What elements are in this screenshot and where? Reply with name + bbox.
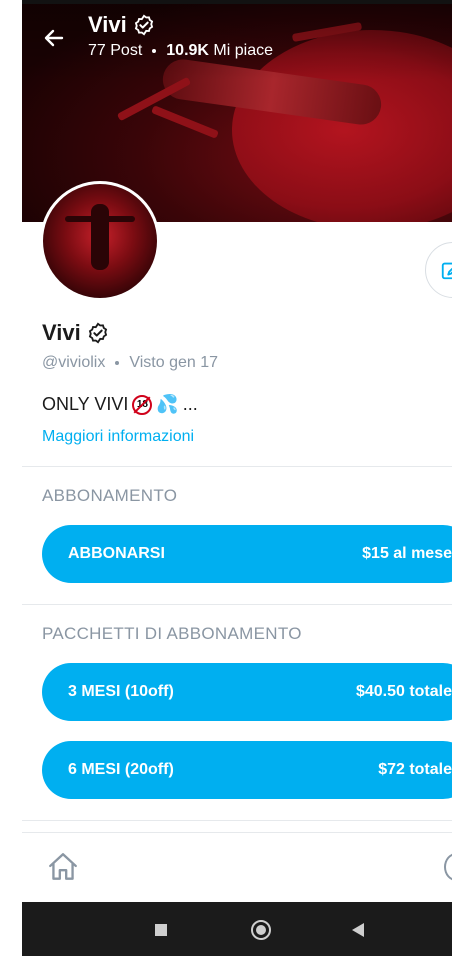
bundle-price: $40.50 totale: [355, 683, 452, 700]
likes-label: Mi piace: [213, 42, 273, 59]
separator-dot: [152, 49, 157, 53]
system-nav-bar: [22, 902, 452, 956]
verified-badge-icon: [88, 322, 107, 344]
separator-dot: [115, 361, 120, 365]
bundles-title: PACCHETTI DI ABBONAMENTO: [42, 624, 302, 643]
cover-strap: [151, 105, 219, 139]
recent-apps-icon[interactable]: [155, 924, 167, 936]
system-home-icon[interactable]: [251, 920, 271, 940]
cover-shadow: [22, 0, 452, 80]
header-stats: 77 Post 10.9K Mi piace: [88, 42, 273, 60]
app-screen: Vivi 77 Post 10.9K Mi piace Vivi @viviol…: [22, 0, 452, 956]
avatar[interactable]: [40, 181, 160, 301]
profile-handle-row: @viviolix Visto gen 17: [42, 354, 218, 372]
divider: [22, 604, 452, 605]
adults-only-icon: 18: [132, 394, 153, 415]
verified-badge-icon: [134, 14, 153, 36]
edit-button[interactable]: [425, 242, 452, 298]
more-info-link[interactable]: Maggiori informazioni: [42, 428, 194, 446]
avatar-figure: [91, 204, 109, 270]
bundle-label: 3 MESI (10off): [68, 683, 174, 700]
likes-stat: 10.9K Mi piace: [166, 42, 273, 60]
home-icon[interactable]: [46, 850, 80, 884]
bundle-label: 6 MESI (20off): [68, 761, 174, 778]
divider: [22, 820, 452, 821]
subscribe-button[interactable]: ABBONARSI $15 al mese: [42, 525, 452, 583]
header-name: Vivi: [88, 12, 127, 37]
edit-icon: [441, 262, 452, 280]
profile-bio: ONLY VIVI 18 💦 ...: [42, 394, 198, 415]
likes-count: 10.9K: [166, 42, 209, 59]
profile-name: Vivi: [42, 320, 109, 346]
sweat-droplets-icon: 💦: [156, 394, 179, 414]
bio-ellipsis: ...: [182, 394, 198, 414]
bundle-button-6-months[interactable]: 6 MESI (20off) $72 totale: [42, 741, 452, 799]
profile-handle: @viviolix: [42, 354, 106, 371]
arrow-left-icon: [44, 29, 64, 47]
subscription-title: ABBONAMENTO: [42, 486, 178, 505]
nav-item-partial-icon[interactable]: [444, 853, 452, 881]
system-back-icon[interactable]: [352, 923, 364, 937]
last-seen: Visto gen 17: [129, 354, 219, 371]
subscribe-price: $15 al mese: [362, 545, 452, 562]
profile-name-text: Vivi: [42, 320, 81, 345]
bundle-button-3-months[interactable]: 3 MESI (10off) $40.50 totale: [42, 663, 452, 721]
bottom-nav: [22, 832, 452, 902]
bundle-price: $72 totale: [378, 761, 452, 778]
bio-text: ONLY VIVI: [42, 394, 129, 414]
header-title: Vivi: [88, 12, 155, 38]
subscribe-label: ABBONARSI: [68, 545, 165, 562]
avatar-image: [43, 184, 157, 298]
back-button[interactable]: [34, 20, 74, 56]
posts-count: 77 Post: [88, 42, 143, 59]
divider: [22, 466, 452, 467]
